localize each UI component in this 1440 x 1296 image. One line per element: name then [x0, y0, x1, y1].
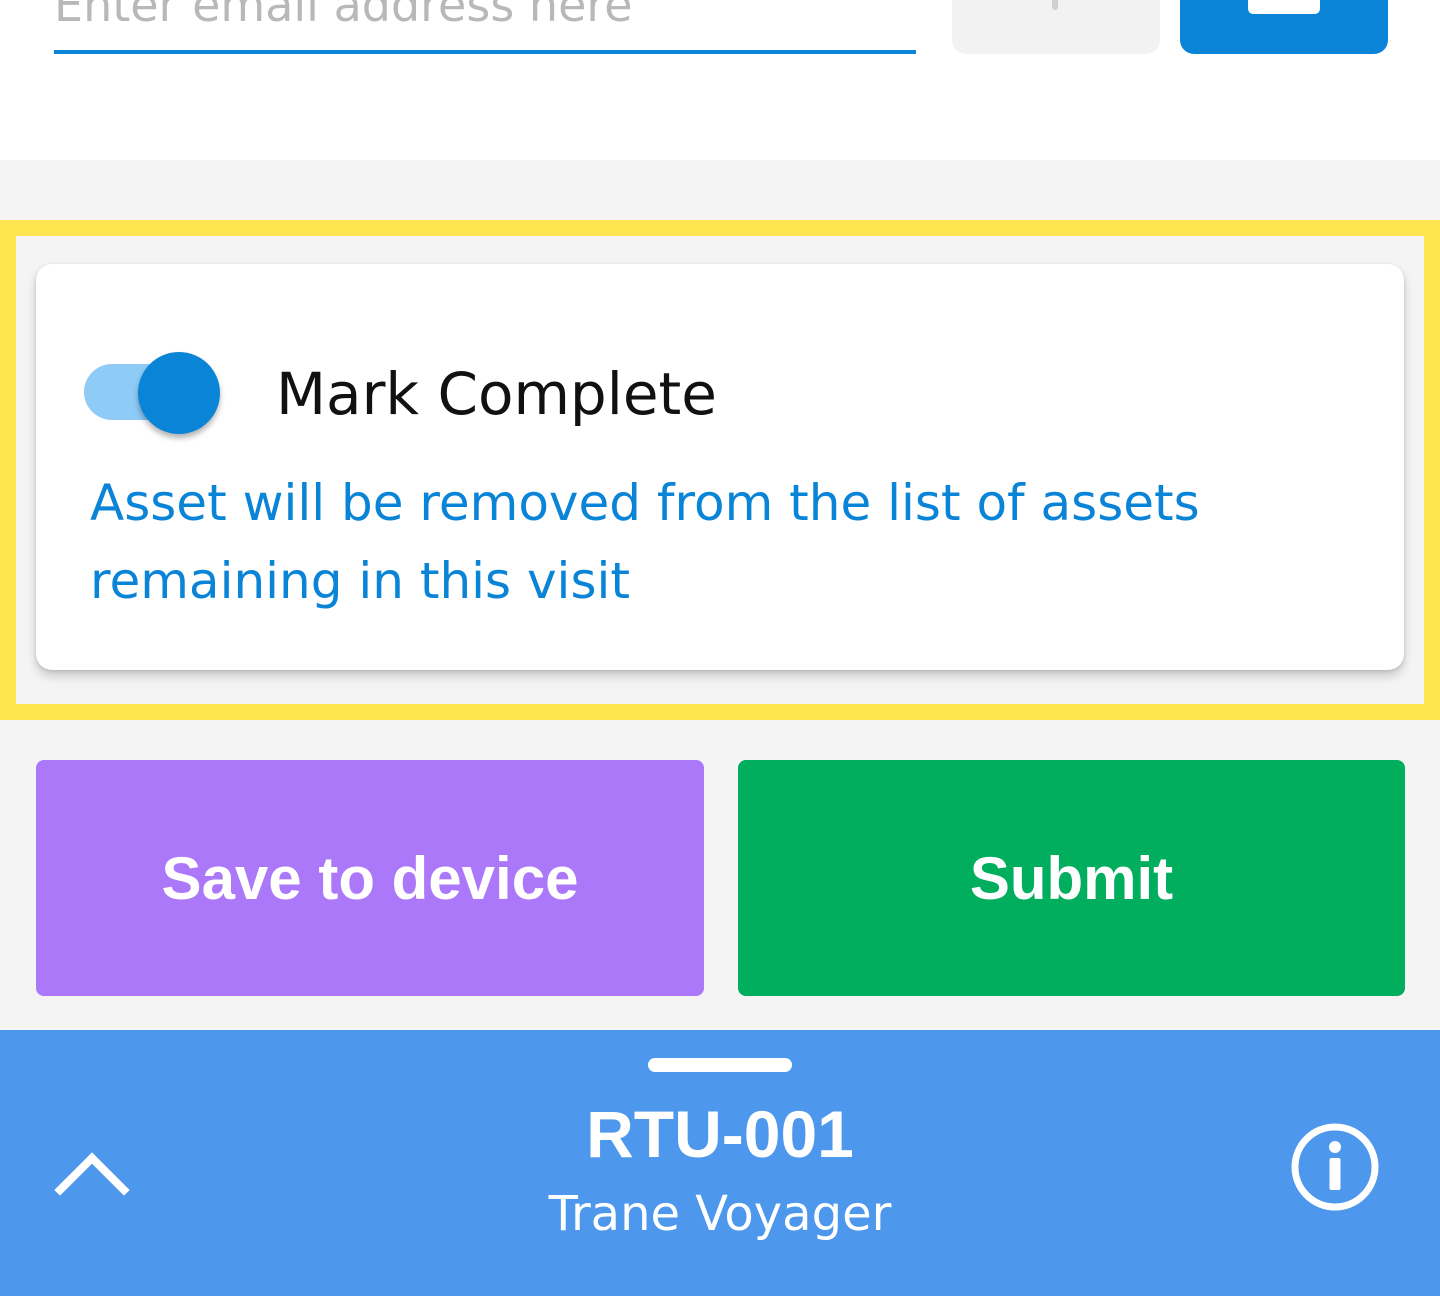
info-icon[interactable]	[1290, 1122, 1380, 1212]
mark-complete-toggle[interactable]	[84, 352, 224, 436]
plus-icon	[1052, 0, 1058, 10]
save-to-device-button[interactable]: Save to device	[36, 760, 704, 996]
save-icon	[1248, 0, 1320, 14]
email-input[interactable]	[54, 0, 916, 54]
toggle-knob	[138, 352, 220, 434]
save-email-button[interactable]	[1180, 0, 1388, 54]
add-email-button[interactable]	[952, 0, 1160, 54]
email-section	[0, 0, 1440, 160]
asset-id: RTU-001	[586, 1097, 854, 1171]
mark-complete-label: Mark Complete	[276, 360, 717, 428]
asset-bottom-sheet: RTU-001 Trane Voyager	[0, 1030, 1440, 1296]
drag-handle[interactable]	[648, 1058, 792, 1072]
submit-button[interactable]: Submit	[738, 760, 1405, 996]
mark-complete-note: Asset will be removed from the list of a…	[90, 474, 1200, 610]
asset-model: Trane Voyager	[548, 1186, 892, 1242]
